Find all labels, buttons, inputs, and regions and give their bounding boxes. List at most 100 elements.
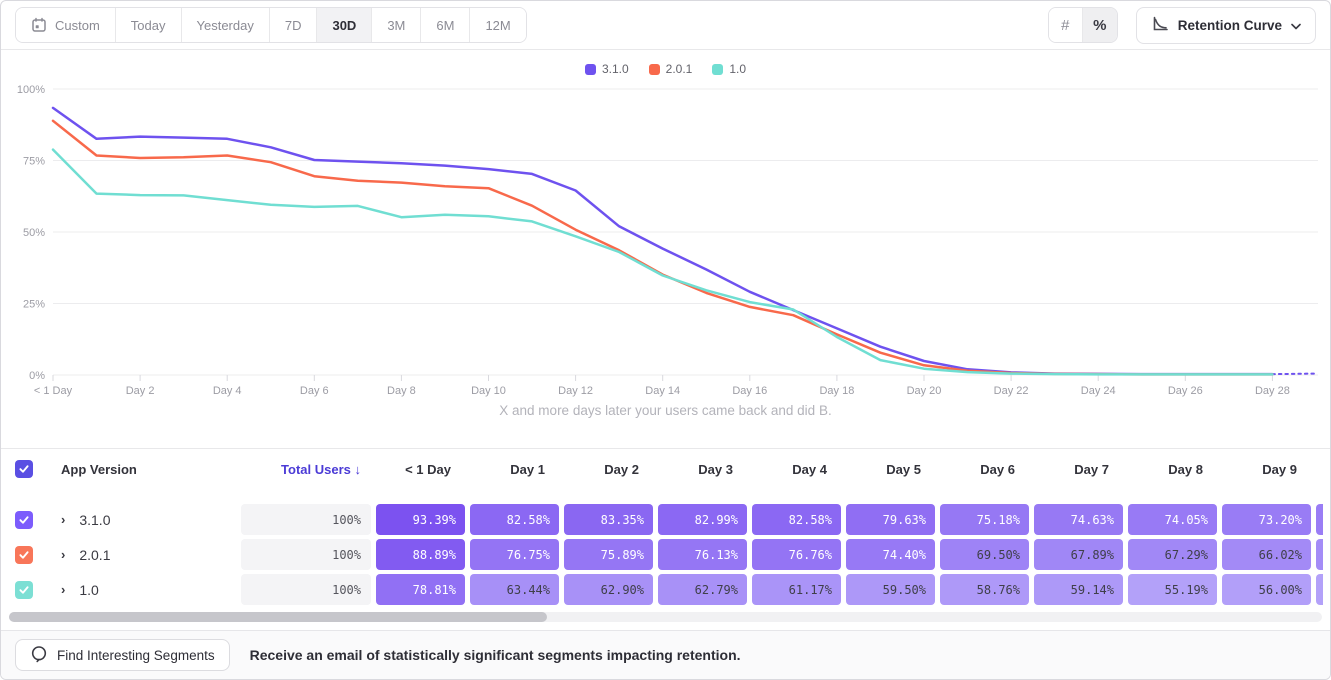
total-users-header[interactable]: Total Users ↓	[241, 462, 371, 477]
horizontal-scrollbar-thumb[interactable]	[9, 612, 547, 622]
svg-text:Day 10: Day 10	[471, 385, 506, 397]
row-checkbox-cell	[1, 581, 61, 599]
retention-cell[interactable]: 67.29%	[1128, 539, 1217, 570]
retention-cell[interactable]: 75.89%	[564, 539, 653, 570]
retention-cell[interactable]: 74.05%	[1128, 504, 1217, 535]
day-header: Day 3	[653, 462, 742, 477]
retention-cell[interactable]: 74.63%	[1034, 504, 1123, 535]
retention-cell[interactable]: 76.76%	[752, 539, 841, 570]
retention-cell-clipped[interactable]	[1316, 539, 1323, 570]
expand-chevron-icon[interactable]: ›	[61, 583, 65, 596]
retention-cell[interactable]: 55.19%	[1128, 574, 1217, 605]
retention-cell-clipped[interactable]	[1316, 504, 1323, 535]
legend-swatch	[585, 64, 596, 75]
legend-item-1.0[interactable]: 1.0	[712, 62, 746, 76]
legend-swatch	[649, 64, 660, 75]
select-all-checkbox[interactable]	[15, 460, 33, 478]
retention-cell[interactable]: 78.81%	[376, 574, 465, 605]
day-header: < 1 Day	[371, 462, 460, 477]
total-users-cell: 100%	[241, 504, 371, 535]
row-checkbox[interactable]	[15, 546, 33, 564]
find-interesting-segments-label: Find Interesting Segments	[57, 648, 215, 663]
range-button-3m[interactable]: 3M	[372, 8, 421, 42]
day-header: Day 7	[1029, 462, 1118, 477]
retention-cell[interactable]: 88.89%	[376, 539, 465, 570]
expand-chevron-icon[interactable]: ›	[61, 513, 65, 526]
retention-cell[interactable]: 74.40%	[846, 539, 935, 570]
retention-cell[interactable]: 61.17%	[752, 574, 841, 605]
range-label: 7D	[285, 18, 302, 33]
range-button-custom[interactable]: Custom	[16, 8, 116, 42]
percent-mode-button[interactable]: %	[1083, 8, 1117, 42]
retention-cell[interactable]: 82.58%	[470, 504, 559, 535]
day-header: Day 6	[935, 462, 1024, 477]
range-button-30d[interactable]: 30D	[317, 8, 372, 42]
row-checkbox[interactable]	[15, 581, 33, 599]
select-all-cell	[1, 460, 61, 478]
total-users-cell: 100%	[241, 539, 371, 570]
table-row-3.1.0: ›3.1.0100%93.39%82.58%83.35%82.99%82.58%…	[1, 504, 1330, 535]
calendar-icon	[31, 17, 47, 33]
day-header: Day 5	[841, 462, 930, 477]
expand-chevron-icon[interactable]: ›	[61, 548, 65, 561]
chart-canvas[interactable]: 0%25%50%75%100%< 1 DayDay 2Day 4Day 6Day…	[1, 50, 1331, 400]
version-label: 3.1.0	[79, 512, 110, 528]
horizontal-scrollbar-track[interactable]	[9, 612, 1322, 622]
toolbar: CustomTodayYesterday 7D 30D3M6M12M #% Rete…	[1, 1, 1330, 50]
chart-caption: X and more days later your users came ba…	[1, 400, 1330, 426]
retention-cell[interactable]: 82.99%	[658, 504, 747, 535]
svg-text:Day 6: Day 6	[300, 385, 329, 397]
table-header-row: App Version Total Users ↓ < 1 Day Day 1 Da…	[1, 449, 1330, 489]
retention-cell[interactable]: 76.13%	[658, 539, 747, 570]
retention-cell[interactable]: 82.58%	[752, 504, 841, 535]
footer-message: Receive an email of statistically signif…	[250, 647, 741, 663]
retention-cell[interactable]: 59.14%	[1034, 574, 1123, 605]
svg-text:Day 22: Day 22	[994, 385, 1029, 397]
retention-cell[interactable]: 62.79%	[658, 574, 747, 605]
day-header: Day 1	[465, 462, 554, 477]
retention-cell[interactable]: 69.50%	[940, 539, 1029, 570]
retention-cell[interactable]: 76.75%	[470, 539, 559, 570]
find-interesting-segments-button[interactable]: Find Interesting Segments	[15, 639, 230, 671]
retention-cell[interactable]: 59.50%	[846, 574, 935, 605]
range-button-6m[interactable]: 6M	[421, 8, 470, 42]
value-mode-toggle: #%	[1048, 7, 1118, 43]
retention-cell[interactable]: 93.39%	[376, 504, 465, 535]
retention-cell[interactable]: 56.00%	[1222, 574, 1311, 605]
svg-text:50%: 50%	[23, 227, 45, 239]
retention-cell[interactable]: 75.18%	[940, 504, 1029, 535]
range-button-7d[interactable]: 7D	[270, 8, 318, 42]
retention-cell[interactable]: 63.44%	[470, 574, 559, 605]
legend-swatch	[712, 64, 723, 75]
total-users-cell: 100%	[241, 574, 371, 605]
legend-label: 1.0	[729, 62, 746, 76]
range-button-12m[interactable]: 12M	[470, 8, 525, 42]
retention-table: App Version Total Users ↓ < 1 Day Day 1 Da…	[1, 448, 1330, 630]
legend-label: 3.1.0	[602, 62, 629, 76]
retention-cell[interactable]: 79.63%	[846, 504, 935, 535]
retention-cell[interactable]: 83.35%	[564, 504, 653, 535]
retention-cell[interactable]: 73.20%	[1222, 504, 1311, 535]
retention-cell[interactable]: 67.89%	[1034, 539, 1123, 570]
row-checkbox[interactable]	[15, 511, 33, 529]
table-rows: ›3.1.0100%93.39%82.58%83.35%82.99%82.58%…	[1, 504, 1330, 605]
range-button-today[interactable]: Today	[116, 8, 182, 42]
absolute-mode-button[interactable]: #	[1049, 8, 1083, 42]
version-label: 1.0	[79, 582, 98, 598]
retention-cell-clipped[interactable]	[1316, 574, 1323, 605]
retention-cell[interactable]: 58.76%	[940, 574, 1029, 605]
retention-cell[interactable]: 62.90%	[564, 574, 653, 605]
retention-chart: 0%25%50%75%100%< 1 DayDay 2Day 4Day 6Day…	[1, 50, 1330, 400]
footer-bar: Find Interesting Segments Receive an ema…	[1, 630, 1330, 679]
version-cell: › 2.0.1	[61, 547, 241, 563]
chart-type-dropdown[interactable]: Retention Curve	[1136, 7, 1316, 44]
svg-text:25%: 25%	[23, 299, 45, 311]
day-header: Day 9	[1217, 462, 1306, 477]
version-header: App Version	[61, 462, 137, 477]
range-button-yesterday[interactable]: Yesterday	[182, 8, 270, 42]
version-label: 2.0.1	[79, 547, 110, 563]
retention-curve-icon	[1151, 15, 1169, 36]
retention-cell[interactable]: 66.02%	[1222, 539, 1311, 570]
legend-item-3.1.0[interactable]: 3.1.0	[585, 62, 629, 76]
legend-item-2.0.1[interactable]: 2.0.1	[649, 62, 693, 76]
